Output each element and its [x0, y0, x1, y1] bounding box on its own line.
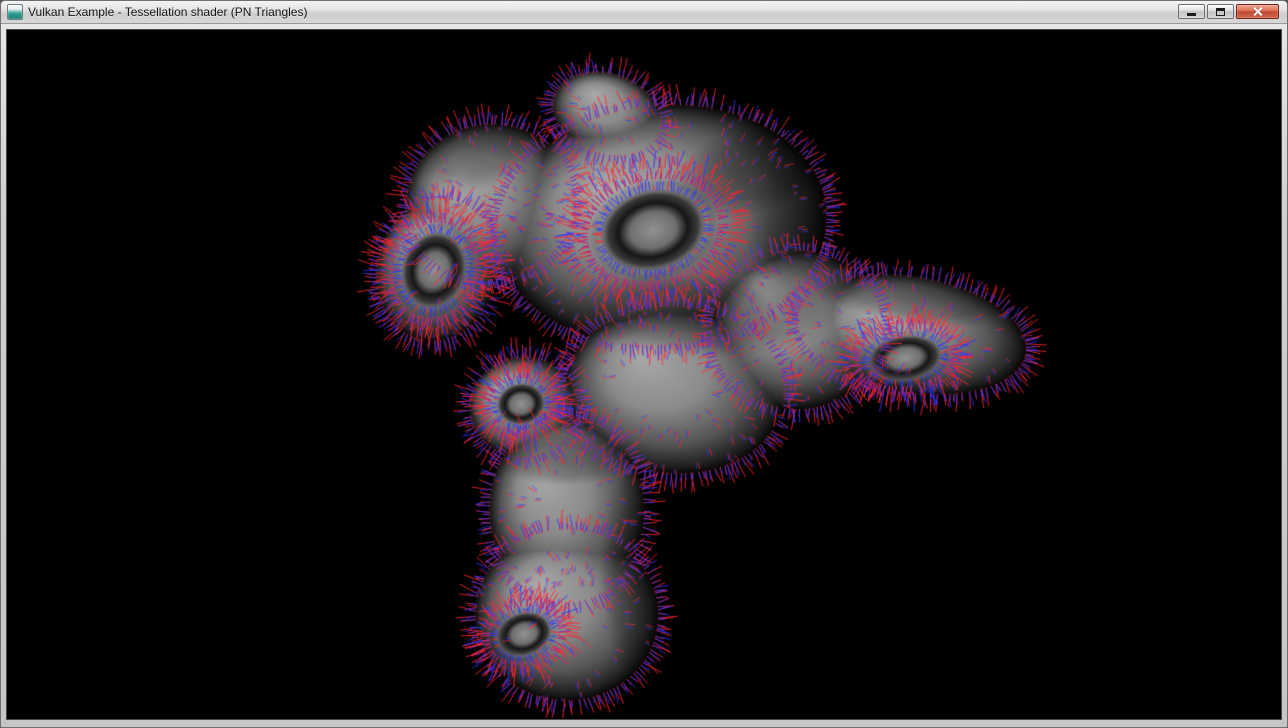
maximize-icon: [1216, 8, 1225, 16]
close-icon: [1252, 6, 1263, 17]
titlebar[interactable]: Vulkan Example - Tessellation shader (PN…: [1, 1, 1287, 24]
minimize-button[interactable]: [1178, 4, 1205, 19]
window-controls: [1176, 4, 1279, 19]
app-icon: [7, 4, 23, 20]
window-title: Vulkan Example - Tessellation shader (PN…: [28, 5, 307, 19]
app-window: Vulkan Example - Tessellation shader (PN…: [0, 0, 1288, 728]
render-viewport: [6, 29, 1282, 720]
close-button[interactable]: [1236, 4, 1279, 19]
render-canvas[interactable]: [7, 30, 1281, 719]
maximize-button[interactable]: [1207, 4, 1234, 19]
minimize-icon: [1187, 13, 1196, 16]
